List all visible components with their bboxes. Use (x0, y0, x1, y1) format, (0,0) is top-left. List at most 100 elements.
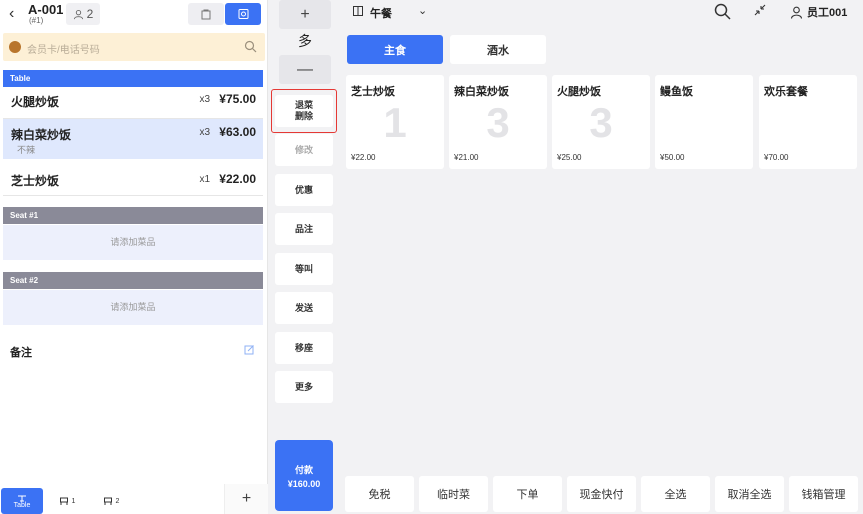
deselect-all-button[interactable]: 取消全选 (715, 476, 784, 512)
product-name: 火腿炒饭 (557, 86, 601, 98)
back-chevron-icon[interactable]: ‹ (9, 6, 23, 22)
category-tab-drinks[interactable]: 酒水 (450, 35, 546, 64)
person-icon (73, 9, 83, 19)
tab-seat-2-label: 2 (115, 497, 120, 505)
pay-amount: ¥160.00 (287, 478, 321, 489)
dine-in-icon (238, 9, 248, 19)
dine-in-mode-button[interactable] (225, 3, 261, 25)
item-qty: x3 (199, 94, 210, 105)
product-name: 鳗鱼饭 (660, 86, 693, 98)
product-price: ¥50.00 (660, 153, 685, 162)
product-card[interactable]: 鳗鱼饭 ¥50.00 (655, 75, 753, 169)
product-count: 3 (486, 99, 510, 146)
user-icon (790, 6, 803, 19)
item-note-button[interactable]: 品注 (275, 213, 333, 245)
pay-label: 付款 (294, 464, 313, 475)
user-menu[interactable]: 员工001 (790, 4, 847, 20)
chevron-down-icon[interactable]: ⌄ (418, 4, 427, 17)
select-all-button[interactable]: 全选 (641, 476, 710, 512)
bag-icon (201, 9, 211, 20)
order-header: ‹ A-001 (#1) 2 (0, 0, 268, 28)
item-name: 火腿炒饭 (11, 95, 60, 109)
place-order-button[interactable]: 下单 (493, 476, 562, 512)
search-icon[interactable] (714, 3, 731, 20)
takeaway-mode-button[interactable] (188, 3, 224, 25)
order-line-item[interactable]: 火腿炒饭 x3 ¥75.00 (3, 81, 263, 123)
menu-header: 午餐 ⌄ 员工001 (340, 0, 863, 24)
edit-icon[interactable] (244, 344, 255, 355)
section-header-seat-2: Seat #2 (3, 272, 263, 289)
order-line-item-selected[interactable]: 辣白菜炒饭 x3 ¥63.00 不辣 (3, 119, 263, 159)
product-name: 芝士炒饭 (351, 86, 395, 98)
order-panel: ‹ A-001 (#1) 2 会员卡/电话号码 Table 火腿炒饭 x3 ¥7… (0, 0, 268, 514)
item-price: ¥75.00 (219, 92, 256, 106)
guest-count-button[interactable]: 2 (66, 3, 100, 25)
product-price: ¥21.00 (454, 153, 479, 162)
item-note: 不辣 (17, 145, 36, 155)
tab-table-label: Table (13, 501, 31, 509)
chair-icon (59, 497, 68, 505)
tab-seat-1[interactable]: 1 (52, 488, 82, 514)
move-seat-button[interactable]: 移座 (275, 332, 333, 364)
item-qty: x1 (199, 174, 210, 185)
divider (3, 195, 263, 196)
tab-seat-1-label: 1 (71, 497, 76, 505)
item-name: 辣白菜炒饭 (11, 128, 72, 142)
return-delete-button[interactable]: 退菜 删除 (275, 95, 333, 127)
qty-value: 多 (298, 33, 312, 49)
pay-button[interactable]: 付款 ¥160.00 (275, 440, 333, 511)
product-price: ¥22.00 (351, 153, 376, 162)
product-count: 3 (589, 99, 613, 146)
product-name: 辣白菜炒饭 (454, 86, 509, 98)
product-count: 1 (383, 99, 407, 146)
more-button[interactable]: 更多 (275, 371, 333, 403)
table-icon (18, 495, 26, 501)
send-button[interactable]: 发送 (275, 292, 333, 324)
product-card[interactable]: 欢乐套餐 ¥70.00 (759, 75, 857, 169)
item-price: ¥22.00 (219, 172, 256, 186)
decrease-qty-button[interactable]: — (279, 55, 331, 84)
quick-cash-pay-button[interactable]: 现金快付 (567, 476, 636, 512)
menu-panel: 午餐 ⌄ 员工001 主食 酒水 芝士炒饭 1 ¥22.00 辣白菜炒饭 3 ¥… (340, 0, 863, 514)
item-qty: x3 (199, 127, 210, 138)
tax-free-button[interactable]: 免税 (345, 476, 414, 512)
collapse-icon[interactable] (754, 4, 766, 16)
meal-selector[interactable]: 午餐 (370, 5, 392, 21)
delete-label: 删除 (294, 111, 313, 121)
product-name: 欢乐套餐 (764, 86, 808, 98)
product-price: ¥70.00 (764, 153, 789, 162)
product-card[interactable]: 辣白菜炒饭 3 ¥21.00 (449, 75, 547, 169)
chair-icon (103, 497, 112, 505)
seat-2-empty-hint: 请添加菜品 (3, 290, 263, 325)
user-name: 员工001 (807, 7, 848, 19)
seat-1-empty-hint: 请添加菜品 (3, 225, 263, 260)
tab-seat-2[interactable]: 2 (96, 488, 126, 514)
return-label: 退菜 (294, 100, 313, 110)
discount-button[interactable]: 优惠 (275, 174, 333, 206)
member-search-placeholder: 会员卡/电话号码 (27, 45, 100, 56)
order-number: A-001 (28, 2, 64, 17)
member-badge-icon (9, 41, 21, 53)
cash-drawer-button[interactable]: 钱箱管理 (789, 476, 858, 512)
order-sub-number: (#1) (29, 16, 44, 25)
item-price: ¥63.00 (219, 125, 256, 139)
temp-dish-button[interactable]: 临时菜 (419, 476, 488, 512)
product-card[interactable]: 芝士炒饭 1 ¥22.00 (346, 75, 444, 169)
item-name: 芝士炒饭 (11, 174, 60, 188)
menu-book-icon (353, 6, 363, 16)
search-icon[interactable] (244, 40, 257, 53)
member-search-field[interactable]: 会员卡/电话号码 (3, 33, 265, 61)
action-column: + 多 — 退菜 删除 修改 优惠 品注 等叫 发送 移座 更多 付款 ¥160.… (268, 0, 340, 514)
guest-count: 2 (86, 7, 94, 21)
tab-table[interactable]: Table (1, 488, 43, 514)
category-tab-staple[interactable]: 主食 (347, 35, 443, 64)
section-header-seat-1: Seat #1 (3, 207, 263, 224)
increase-qty-button[interactable]: + (279, 0, 331, 29)
add-seat-button[interactable]: + (224, 484, 268, 514)
product-price: ¥25.00 (557, 153, 582, 162)
order-line-item[interactable]: 芝士炒饭 x1 ¥22.00 (3, 159, 263, 195)
modify-button[interactable]: 修改 (275, 134, 333, 166)
product-card[interactable]: 火腿炒饭 3 ¥25.00 (552, 75, 650, 169)
remark-label: 备注 (10, 347, 32, 359)
hold-button[interactable]: 等叫 (275, 253, 333, 285)
